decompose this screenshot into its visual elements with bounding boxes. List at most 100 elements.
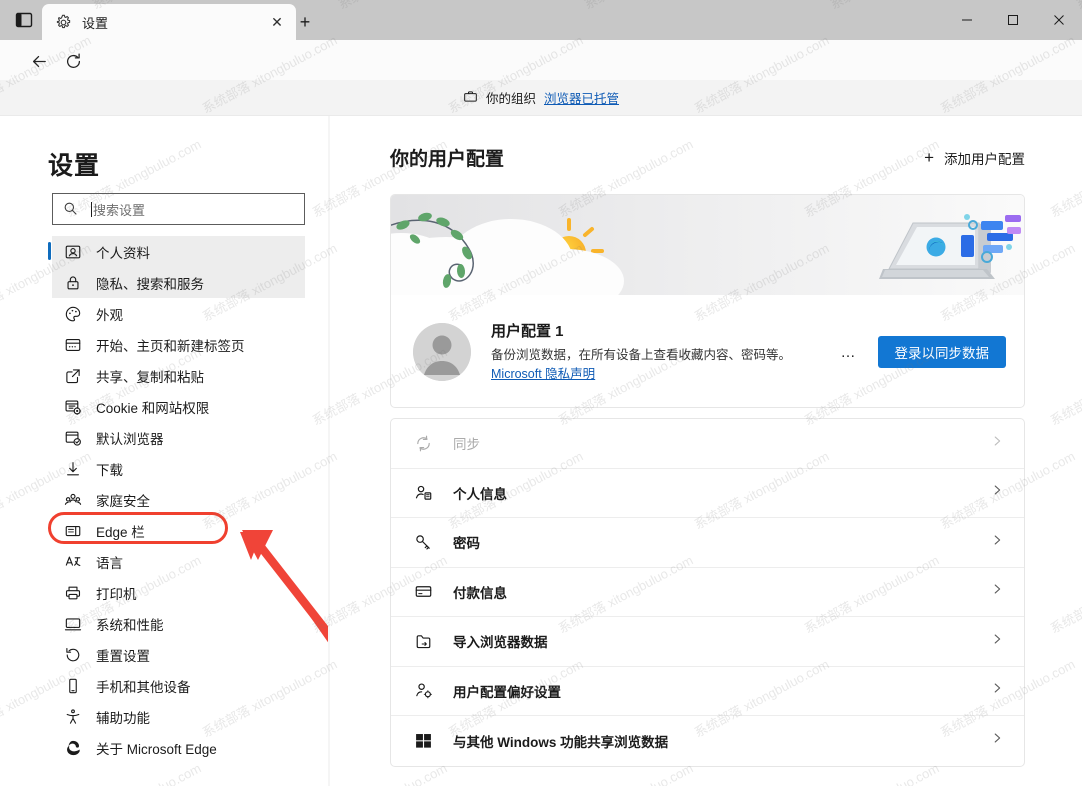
sidebar-item-8[interactable]: 家庭安全 xyxy=(52,484,305,515)
close-icon[interactable]: ✕ xyxy=(265,10,289,34)
edge-browser-window: 设置 ✕ + Edge xyxy=(0,0,1082,786)
sidebar-item-2[interactable]: 外观 xyxy=(52,298,305,329)
browser-toolbar: Edge edge://settings/profiles xyxy=(0,40,1082,114)
gear-icon xyxy=(55,14,72,31)
sidebar-item-7[interactable]: 下载 xyxy=(52,453,305,484)
settings-row-5[interactable]: 用户配置偏好设置 xyxy=(391,667,1024,716)
tab-actions-icon[interactable] xyxy=(14,10,34,30)
maximize-button[interactable] xyxy=(990,0,1036,40)
sidebar-item-13[interactable]: 重置设置 xyxy=(52,639,305,670)
settings-row-1[interactable]: 个人信息 xyxy=(391,469,1024,518)
profile-banner-image xyxy=(391,195,1024,295)
plus-icon: + xyxy=(924,147,934,167)
settings-row-label: 同步 xyxy=(453,437,480,453)
chevron-right-icon xyxy=(990,434,1004,453)
sidebar-scrollbar-track[interactable] xyxy=(328,116,330,786)
sidebar-item-label: 手机和其他设备 xyxy=(96,679,191,695)
settings-row-label: 密码 xyxy=(453,536,480,552)
sidebar-item-label: 隐私、搜索和服务 xyxy=(96,276,204,292)
settings-row-6[interactable]: 与其他 Windows 功能共享浏览数据 xyxy=(391,716,1024,766)
managed-browser-bar: 你的组织 浏览器已托管 xyxy=(0,80,1082,116)
sign-in-sync-button[interactable]: 登录以同步数据 xyxy=(877,336,1006,368)
chevron-right-icon xyxy=(990,731,1004,750)
chevron-right-icon xyxy=(990,681,1004,700)
settings-row-label: 个人信息 xyxy=(453,486,507,502)
main-title: 你的用户配置 xyxy=(390,149,505,170)
sidebar-item-11[interactable]: 打印机 xyxy=(52,577,305,608)
selected-indicator xyxy=(48,242,51,260)
tab-title: 设置 xyxy=(82,15,109,31)
accessibility-icon xyxy=(64,708,82,726)
settings-row-3[interactable]: 付款信息 xyxy=(391,568,1024,617)
main-header: 你的用户配置 + 添加用户配置 xyxy=(390,144,1025,171)
lock-icon xyxy=(64,274,82,292)
minimize-button[interactable] xyxy=(944,0,990,40)
windows-icon xyxy=(413,731,433,751)
sidebar-item-5[interactable]: Cookie 和网站权限 xyxy=(52,391,305,422)
edge-logo-icon xyxy=(64,739,82,757)
profile-text-block: 用户配置 1 备份浏览数据，在所有设备上查看收藏内容、密码等。 Microsof… xyxy=(491,320,834,385)
settings-sidebar: 设置 搜索设置 个人资料隐私、搜索和服务 外观开始、主页和新建标签页 共享、复制和粘… xyxy=(0,116,330,786)
sidebar-item-1[interactable]: 隐私、搜索和服务 xyxy=(52,267,305,298)
settings-row-0: 同步 xyxy=(391,419,1024,469)
page-title: 设置 xyxy=(48,152,101,180)
add-profile-button[interactable]: + 添加用户配置 xyxy=(924,148,1025,168)
settings-row-4[interactable]: 导入浏览器数据 xyxy=(391,617,1024,667)
family-icon xyxy=(64,491,82,509)
back-arrow-icon[interactable] xyxy=(26,48,52,74)
sidebar-item-label: 打印机 xyxy=(96,586,137,602)
printer-icon xyxy=(64,584,82,602)
new-tab-button[interactable]: + xyxy=(292,9,318,35)
settings-row-2[interactable]: 密码 xyxy=(391,518,1024,568)
sidebar-item-9[interactable]: Edge 栏 xyxy=(52,515,305,546)
profile-info-row: 用户配置 1 备份浏览数据，在所有设备上查看收藏内容、密码等。 Microsof… xyxy=(391,295,1024,407)
profile-icon xyxy=(64,243,82,261)
sidebar-item-16[interactable]: 关于 Microsoft Edge xyxy=(52,732,305,763)
search-placeholder: 搜索设置 xyxy=(93,202,146,218)
sidebar-item-14[interactable]: 手机和其他设备 xyxy=(52,670,305,701)
phone-icon xyxy=(64,677,82,695)
sidebar-item-6[interactable]: 默认浏览器 xyxy=(52,422,305,453)
briefcase-icon xyxy=(463,89,478,107)
sidebar-item-15[interactable]: 辅助功能 xyxy=(52,701,305,732)
settings-row-label: 用户配置偏好设置 xyxy=(453,684,561,700)
avatar xyxy=(413,323,471,381)
sidebar-item-label: 开始、主页和新建标签页 xyxy=(96,338,245,354)
settings-rows-list: 同步个人信息密码付款信息 导入浏览器数据用户配置偏好设置与其他 Windows 功… xyxy=(390,418,1025,767)
sidebar-item-label: 关于 Microsoft Edge xyxy=(96,741,217,757)
privacy-statement-link[interactable]: Microsoft 隐私声明 xyxy=(491,367,595,381)
sidebar-item-4[interactable]: 共享、复制和粘贴 xyxy=(52,360,305,391)
system-icon xyxy=(64,615,82,633)
text-caret xyxy=(91,201,92,217)
sidebar-item-label: 系统和性能 xyxy=(96,617,164,633)
sidebar-item-3[interactable]: 开始、主页和新建标签页 xyxy=(52,329,305,360)
title-bar: 设置 ✕ + xyxy=(0,0,1082,40)
search-icon xyxy=(63,201,79,217)
chevron-right-icon xyxy=(990,632,1004,651)
chevron-right-icon xyxy=(990,483,1004,502)
sidebar-item-label: 外观 xyxy=(96,307,123,323)
sidebar-item-12[interactable]: 系统和性能 xyxy=(52,608,305,639)
sidebar-item-10[interactable]: 语言 xyxy=(52,546,305,577)
edge-bar-icon xyxy=(64,522,82,540)
managed-bar-link[interactable]: 浏览器已托管 xyxy=(544,88,619,107)
profile-more-options-button[interactable]: … xyxy=(834,337,864,367)
profile-settings-icon xyxy=(413,681,433,701)
settings-row-label: 与其他 Windows 功能共享浏览数据 xyxy=(453,734,669,750)
sidebar-item-label: 家庭安全 xyxy=(96,493,150,509)
profile-name: 用户配置 1 xyxy=(491,322,564,340)
personal-info-icon xyxy=(413,483,433,503)
credit-card-icon xyxy=(413,582,433,602)
close-window-button[interactable] xyxy=(1036,0,1082,40)
search-settings-field[interactable]: 搜索设置 xyxy=(52,193,305,225)
sync-icon xyxy=(413,433,433,453)
sidebar-item-label: 共享、复制和粘贴 xyxy=(96,369,204,385)
sidebar-item-label: Cookie 和网站权限 xyxy=(96,400,210,416)
browser-tab-settings[interactable]: 设置 ✕ xyxy=(42,4,296,40)
chevron-right-icon xyxy=(990,582,1004,601)
reset-icon xyxy=(64,646,82,664)
sidebar-item-0[interactable]: 个人资料 xyxy=(48,236,305,267)
sidebar-nav-list: 个人资料隐私、搜索和服务 外观开始、主页和新建标签页 共享、复制和粘贴 Cookie … xyxy=(0,236,330,763)
newtab-icon xyxy=(64,336,82,354)
reload-icon[interactable] xyxy=(60,48,86,74)
